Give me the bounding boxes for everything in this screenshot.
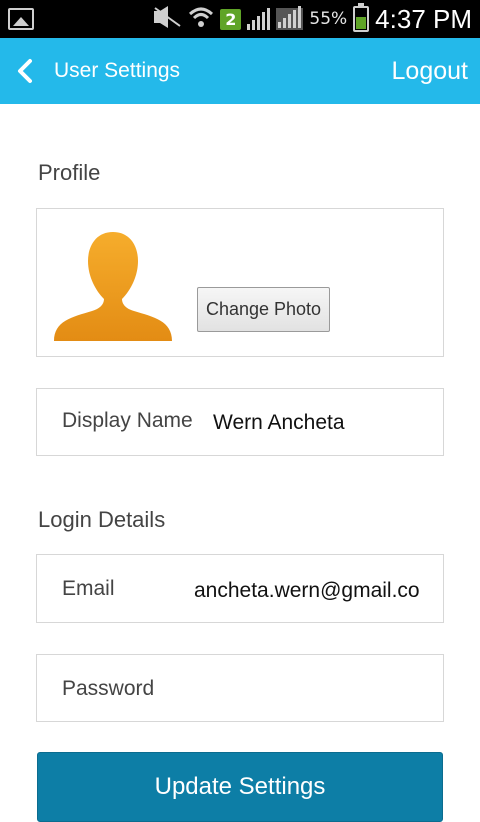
- settings-content: Profile Change Photo Display Name Wern A…: [0, 104, 480, 822]
- display-name-row[interactable]: Display Name Wern Ancheta: [36, 388, 444, 456]
- notification-badge: 2: [220, 8, 242, 30]
- password-row[interactable]: Password: [36, 654, 444, 722]
- email-label: Email: [62, 577, 115, 600]
- battery-percent: 55%: [309, 9, 348, 29]
- password-label: Password: [62, 677, 155, 700]
- clock: 4:37 PM: [375, 3, 472, 34]
- back-chevron-icon[interactable]: [12, 58, 38, 84]
- avatar-icon: [52, 229, 174, 341]
- app-bar: User Settings Logout: [0, 38, 480, 104]
- status-bar: 2 55% 4:37 PM: [0, 0, 480, 38]
- signal-icon-2: [276, 6, 304, 30]
- update-settings-button[interactable]: Update Settings: [37, 752, 443, 822]
- mute-icon: [152, 6, 182, 32]
- display-name-label: Display Name: [62, 409, 193, 432]
- change-photo-button[interactable]: Change Photo: [197, 287, 330, 332]
- wifi-icon: [188, 6, 214, 32]
- login-details-section-title: Login Details: [38, 507, 166, 532]
- profile-section-title: Profile: [38, 160, 101, 185]
- profile-card: Change Photo: [36, 208, 444, 357]
- gallery-icon: [8, 8, 34, 30]
- page-title: User Settings: [54, 59, 181, 82]
- logout-button[interactable]: Logout: [392, 57, 468, 86]
- email-row[interactable]: Email ancheta.wern@gmail.co: [36, 554, 444, 623]
- email-field[interactable]: ancheta.wern@gmail.co: [194, 579, 434, 603]
- display-name-field[interactable]: Wern Ancheta: [213, 411, 433, 435]
- battery-icon: [353, 3, 370, 32]
- signal-icon: [247, 8, 271, 30]
